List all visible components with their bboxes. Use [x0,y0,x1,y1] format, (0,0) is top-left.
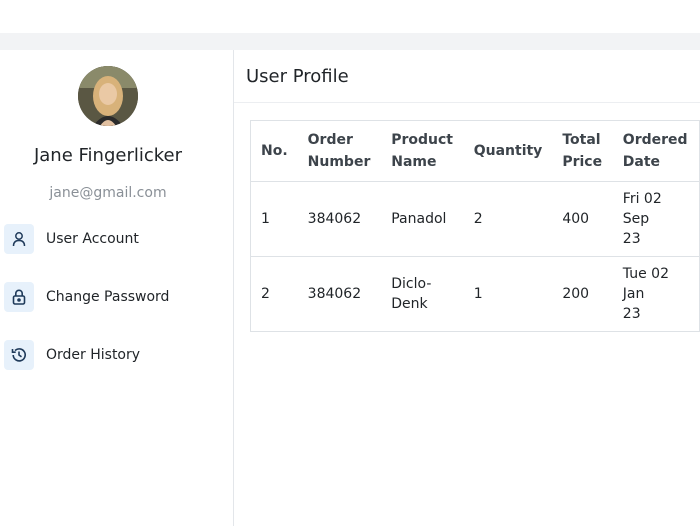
page-title: User Profile [246,66,349,87]
column-header-product-name: Product Name [381,120,464,182]
sidebar-item-order-history[interactable]: Order History [4,340,224,370]
profile-email: jane@gmail.com [49,185,167,201]
column-header-order-number: Order Number [297,120,382,182]
history-icon [4,340,34,370]
header-strip [0,33,700,50]
table-row: 2 384062 Diclo- Denk 1 200 Tue 02 Jan 23 [250,256,700,332]
cell-order-number: 384062 [297,181,382,257]
user-icon [4,224,34,254]
cell-total-price: 400 [552,181,613,257]
cell-quantity: 2 [463,181,553,257]
sidebar-item-label: Order History [46,347,141,363]
column-header-ordered-date: Ordered Date [612,120,700,182]
cell-product-name: Panadol [381,181,464,257]
cell-no: 2 [250,256,298,332]
orders-table: No. Order Number Product Name Quantity Tot… [250,120,700,332]
cell-total-price: 200 [552,256,613,332]
cell-ordered-date: Tue 02 Jan 23 [612,256,700,332]
sidebar-item-change-password[interactable]: Change Password [4,282,224,312]
cell-ordered-date: Fri 02 Sep 23 [612,181,700,257]
sidebar-item-user-account[interactable]: User Account [4,224,224,254]
avatar [78,66,138,126]
table-row: 1 384062 Panadol 2 400 Fri 02 Sep 23 [250,181,700,257]
top-bar [0,0,700,33]
cell-order-number: 384062 [297,256,382,332]
sidebar-item-label: User Account [46,231,139,247]
main-content: User Profile No. Order Number Product Name… [234,50,700,526]
table-header-row: No. Order Number Product Name Quantity Tot… [250,120,700,182]
sidebar-item-label: Change Password [46,289,170,305]
lock-icon [4,282,34,312]
cell-product-name: Diclo- Denk [381,256,464,332]
cell-no: 1 [250,181,298,257]
sidebar: Jane Fingerlicker jane@gmail.com User Ac… [0,50,234,526]
cell-quantity: 1 [463,256,553,332]
divider [234,102,700,103]
column-header-total-price: Total Price [552,120,613,182]
column-header-no: No. [250,120,298,182]
profile-name: Jane Fingerlicker [33,145,183,166]
column-header-quantity: Quantity [463,120,553,182]
